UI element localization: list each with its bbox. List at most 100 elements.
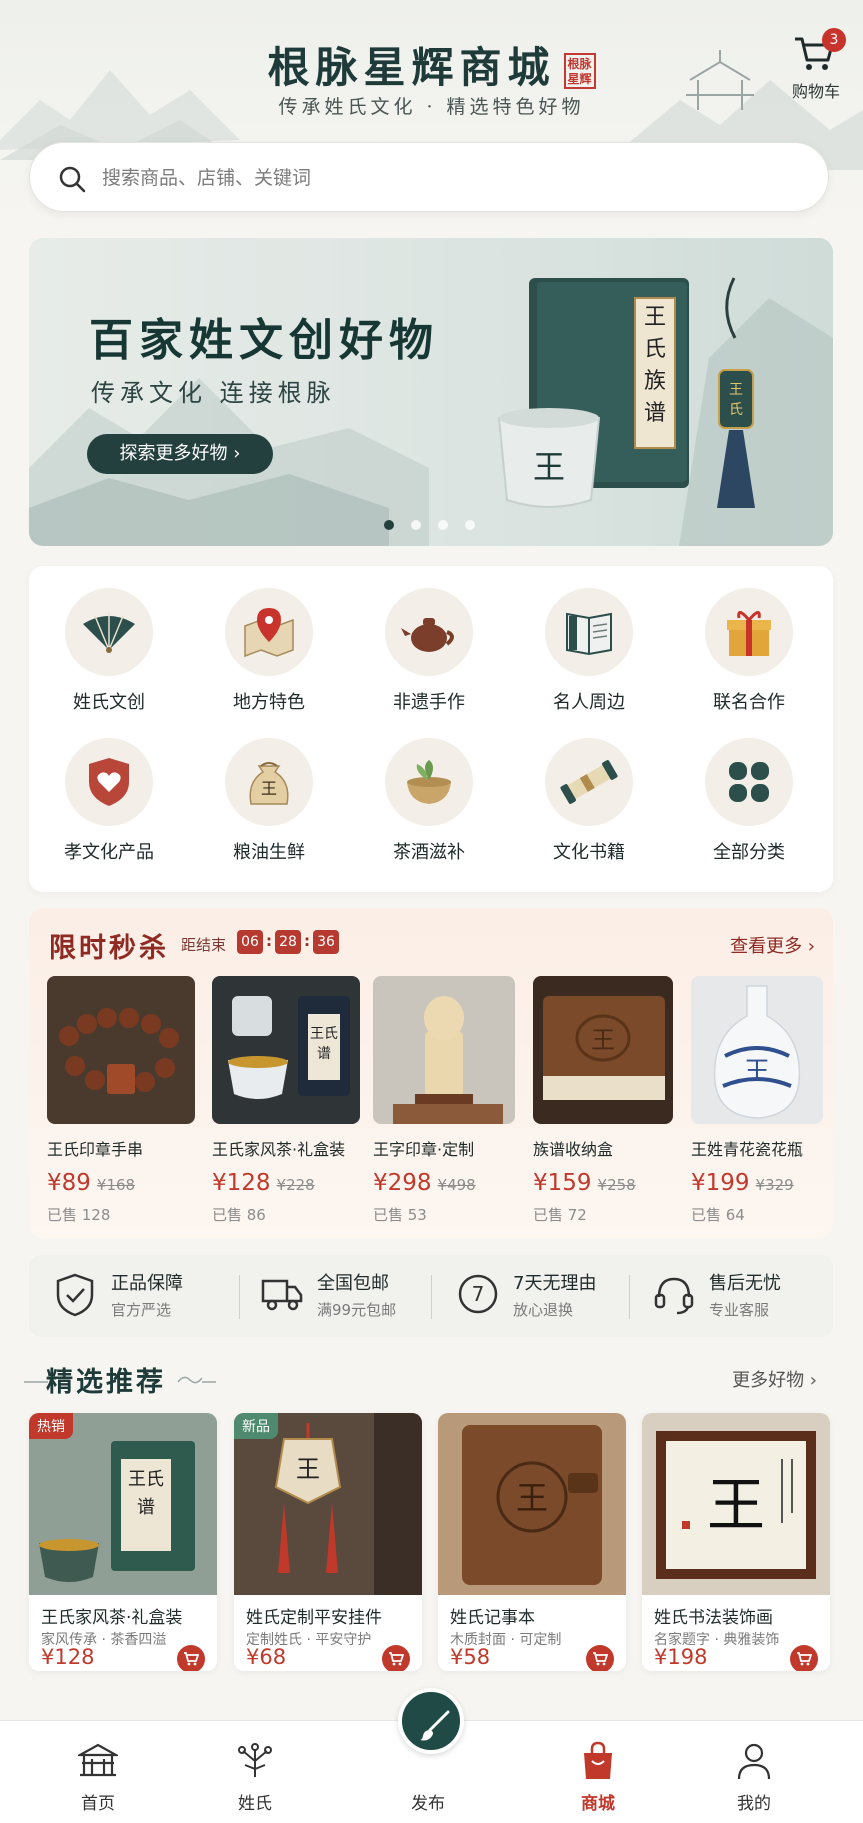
category-label: 联名合作: [713, 692, 785, 713]
product-name: 王姓青花瓷花瓶: [691, 1140, 804, 1159]
category-item[interactable]: 王 粮油生鲜: [189, 716, 349, 863]
cart-button[interactable]: 3 购物车: [786, 28, 846, 101]
category-item[interactable]: 全部分类: [669, 716, 829, 863]
product-sold-count: 已售 86: [212, 1206, 266, 1224]
nav-item-surname[interactable]: 姓氏: [195, 1735, 315, 1815]
product-old-price: ¥498: [437, 1176, 476, 1194]
product-card[interactable]: 王 新品 姓氏定制平安挂件 定制姓氏 · 平安守护 ¥68: [234, 1413, 422, 1671]
app-header: 根脉星辉商城 根脉 星辉 传承姓氏文化 · 精选特色好物 3 购物车: [0, 0, 863, 230]
product-price: ¥159: [533, 1170, 592, 1196]
gift-icon: [727, 611, 771, 656]
carousel-dot[interactable]: [438, 520, 448, 530]
category-item[interactable]: 姓氏文创: [29, 566, 189, 713]
svg-text:氏: 氏: [729, 402, 743, 418]
family-tree-icon: [238, 1743, 272, 1777]
product-price: ¥199: [691, 1170, 750, 1196]
countdown-seconds: 36: [313, 930, 339, 954]
countdown-minutes: 28: [275, 930, 301, 954]
shopping-bag-icon: [584, 1741, 612, 1779]
category-item[interactable]: 名人周边: [509, 566, 669, 713]
nav-item-me[interactable]: 我的: [694, 1735, 814, 1815]
product-image: 王氏 谱: [212, 976, 360, 1124]
add-to-cart-button[interactable]: [790, 1645, 818, 1671]
category-item[interactable]: 非遗手作: [349, 566, 509, 713]
guarantee-desc: 放心退换: [513, 1301, 574, 1319]
grid-icon: [729, 762, 769, 802]
divider: [239, 1275, 240, 1319]
svg-text:王: 王: [261, 779, 277, 798]
category-item[interactable]: 联名合作: [669, 566, 829, 713]
add-to-cart-button[interactable]: [382, 1645, 410, 1671]
category-item[interactable]: 地方特色: [189, 566, 349, 713]
flash-sale-item[interactable]: 王字印章·定制 ¥298 ¥498 已售 53: [373, 976, 523, 1225]
product-card[interactable]: 王 姓氏书法装饰画 名家题字 · 典雅装饰 ¥198: [642, 1413, 830, 1671]
product-price-row: ¥199 ¥329: [691, 1170, 841, 1196]
explore-more-button[interactable]: 探索更多好物 ›: [87, 434, 273, 474]
carousel-dot[interactable]: [411, 520, 421, 530]
product-name: 姓氏记事本: [450, 1608, 535, 1628]
category-icon-circle: [225, 588, 313, 676]
svg-text:王: 王: [744, 1057, 770, 1087]
flash-sale-title: 限时秒杀: [49, 933, 169, 964]
product-tag-hot: 热销: [29, 1413, 73, 1439]
product-price: ¥128: [212, 1170, 271, 1196]
nav-item-home[interactable]: 首页: [38, 1735, 158, 1815]
carousel-dots[interactable]: [384, 515, 492, 534]
carousel-dot[interactable]: [465, 520, 475, 530]
guarantee-title: 正品保障: [111, 1273, 183, 1294]
guarantee-title: 售后无忧: [709, 1273, 781, 1294]
add-to-cart-button[interactable]: [177, 1645, 205, 1671]
category-item[interactable]: 文化书籍: [509, 716, 669, 863]
svg-text:王: 王: [516, 1479, 548, 1517]
product-image: [47, 976, 195, 1124]
category-icon-circle: [705, 738, 793, 826]
flash-sale-item[interactable]: 王氏印章手串 ¥89 ¥168 已售 128: [47, 976, 197, 1225]
product-price: ¥198: [654, 1645, 708, 1669]
product-name: 姓氏定制平安挂件: [246, 1608, 382, 1628]
svg-text:王: 王: [644, 305, 666, 330]
countdown-timer: 06:28:36: [237, 930, 339, 954]
cloud-ornament-icon: [177, 1376, 216, 1384]
svg-text:氏: 氏: [644, 337, 666, 362]
cart-icon: [389, 1652, 404, 1666]
product-card[interactable]: 王氏 谱 热销 王氏家风茶·礼盒装 家风传承 · 茶香四溢 ¥128: [29, 1413, 217, 1671]
add-to-cart-button[interactable]: [586, 1645, 614, 1671]
category-icon-circle: [385, 738, 473, 826]
svg-text:族: 族: [644, 369, 666, 394]
shield-check-icon: [56, 1273, 94, 1317]
product-sold-count: 已售 53: [373, 1206, 427, 1224]
category-label: 名人周边: [553, 692, 625, 713]
product-name: 王氏印章手串: [47, 1140, 144, 1159]
product-price: ¥89: [47, 1170, 91, 1196]
flash-sale-item[interactable]: 王氏 谱 王氏家风茶·礼盒装 ¥128 ¥228 已售 86: [212, 976, 362, 1225]
svg-text:王氏: 王氏: [128, 1469, 164, 1490]
truck-icon: [261, 1279, 303, 1311]
tea-cup-illustration: 王: [497, 408, 601, 508]
product-image: 王: [533, 976, 673, 1124]
publish-button[interactable]: [398, 1688, 464, 1754]
product-sold-count: 已售 128: [47, 1206, 111, 1224]
svg-text:王氏: 王氏: [310, 1026, 338, 1042]
countdown-hours: 06: [237, 930, 263, 954]
nav-item-mall[interactable]: 商城: [538, 1735, 658, 1815]
recommended-more-link[interactable]: 更多好物 ›: [732, 1366, 817, 1392]
search-bar[interactable]: [29, 142, 829, 212]
carousel-dot-active[interactable]: [384, 520, 394, 530]
search-input[interactable]: [102, 161, 782, 195]
category-item[interactable]: 孝文化产品: [29, 716, 189, 863]
promo-banner[interactable]: 王 氏 族 谱 王 王 氏 百家姓文创好物 传承文化 连接根脉 探索更多好物 ›: [29, 238, 833, 546]
flash-sale-more-link[interactable]: 查看更多 ›: [730, 932, 815, 958]
scroll-icon: [560, 760, 618, 804]
category-icon-circle: [65, 738, 153, 826]
product-price-row: ¥159 ¥258: [533, 1170, 683, 1196]
map-pin-icon: [244, 608, 294, 658]
seven-day-icon: 7: [458, 1274, 498, 1314]
guarantee-title: 7天无理由: [513, 1273, 597, 1294]
grain-sack-icon: 王: [249, 762, 289, 805]
product-card[interactable]: 王 姓氏记事本 木质封面 · 可定制 ¥58: [438, 1413, 626, 1671]
category-item[interactable]: 茶酒滋补: [349, 716, 509, 863]
flash-sale-item[interactable]: 王 王姓青花瓷花瓶 ¥199 ¥329 已售 64: [691, 976, 841, 1225]
divider: [629, 1275, 630, 1319]
cart-count-badge: 3: [822, 28, 846, 52]
flash-sale-item[interactable]: 王 族谱收纳盒 ¥159 ¥258 已售 72: [533, 976, 683, 1225]
